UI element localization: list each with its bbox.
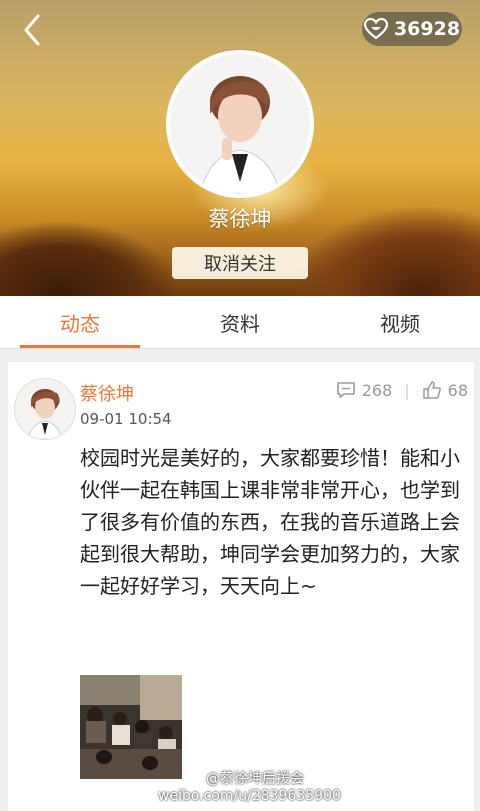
post-card[interactable]: 蔡徐坤 09-01 10:54 268 | 68 校园时光是美好的，大家都要珍惜… bbox=[8, 362, 474, 811]
tab-profile-info[interactable]: 资料 bbox=[160, 296, 320, 348]
watermark-handle: @蔡徐坤后援会 bbox=[206, 771, 304, 787]
profile-cover: 36928 蔡徐坤 取消关注 bbox=[0, 0, 480, 296]
likes-count: 36928 bbox=[393, 18, 461, 40]
comment-icon[interactable] bbox=[336, 381, 356, 399]
post-timestamp: 09-01 10:54 bbox=[80, 410, 172, 428]
comment-count: 268 bbox=[361, 380, 393, 400]
weibo-watermark: @蔡徐坤后援会 weibo.com/u/2839635900 bbox=[158, 771, 368, 811]
chevron-left-icon bbox=[24, 14, 40, 46]
watermark-url: weibo.com/u/2839635900 bbox=[158, 788, 341, 804]
stats-divider: | bbox=[404, 380, 410, 400]
post-author-avatar[interactable] bbox=[14, 378, 76, 440]
post-author-name[interactable]: 蔡徐坤 bbox=[80, 380, 134, 406]
heart-icon bbox=[363, 18, 388, 40]
thumbs-up-icon[interactable] bbox=[422, 380, 442, 400]
profile-name: 蔡徐坤 bbox=[208, 207, 272, 231]
tab-feed[interactable]: 动态 bbox=[0, 296, 160, 348]
unfollow-button[interactable]: 取消关注 bbox=[172, 247, 308, 279]
post-stats: 268 | 68 bbox=[336, 380, 468, 400]
like-count: 68 bbox=[447, 380, 468, 400]
profile-tabs: 动态 资料 视频 bbox=[0, 296, 480, 349]
post-photo-thumbnail[interactable] bbox=[80, 675, 182, 779]
post-text: 校园时光是美好的，大家都要珍惜！能和小伙伴一起在韩国上课非常非常开心，也学到了很… bbox=[80, 446, 460, 598]
back-button[interactable] bbox=[18, 12, 48, 48]
avatar-portrait-icon bbox=[15, 379, 75, 439]
likes-badge[interactable]: 36928 bbox=[362, 12, 462, 46]
profile-avatar[interactable] bbox=[166, 50, 314, 198]
tab-videos[interactable]: 视频 bbox=[320, 296, 480, 348]
classroom-photo bbox=[80, 675, 182, 779]
avatar-portrait-icon bbox=[170, 54, 310, 194]
